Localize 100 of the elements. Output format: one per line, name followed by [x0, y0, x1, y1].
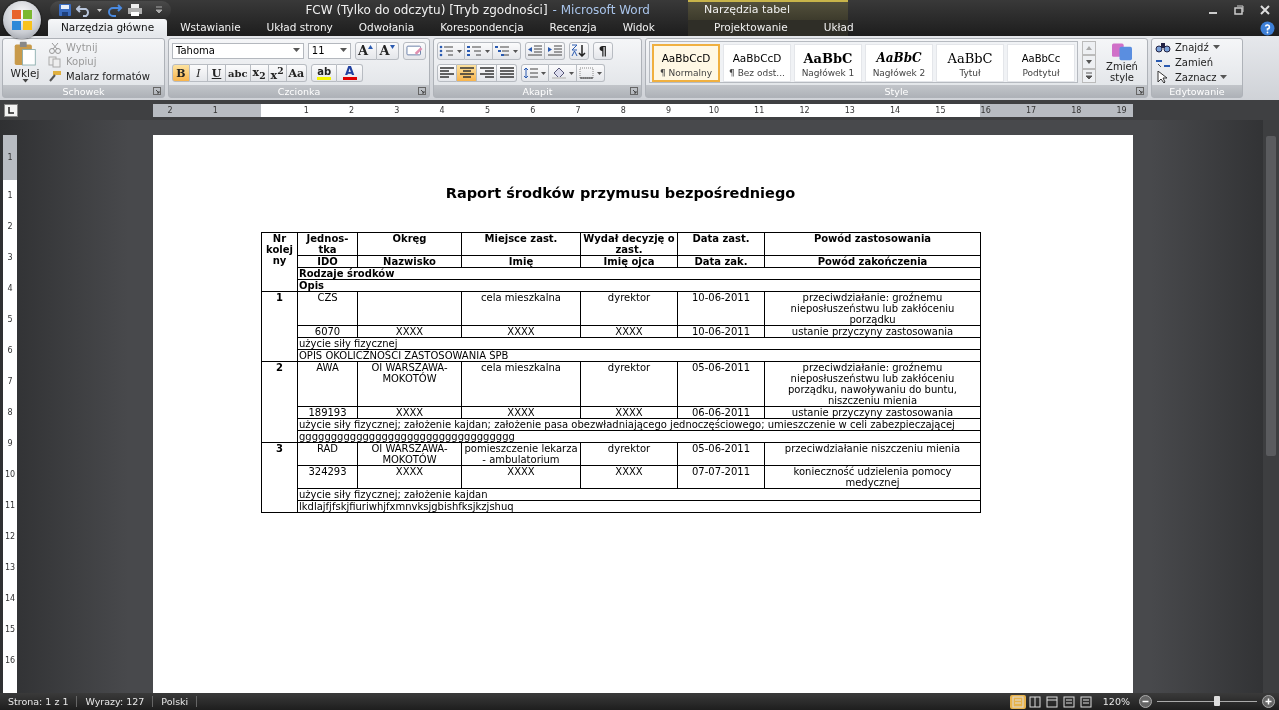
ruler-number: 11: [3, 500, 17, 512]
dialog-launcher-icon[interactable]: [418, 87, 426, 95]
shrink-font-button[interactable]: A: [376, 41, 399, 60]
undo-icon[interactable]: [76, 3, 92, 17]
align-right-button[interactable]: [477, 64, 497, 83]
zoom-level[interactable]: 120%: [1098, 696, 1134, 707]
show-formatting-button[interactable]: ¶: [593, 41, 613, 60]
find-button[interactable]: Znajdź: [1155, 41, 1239, 53]
zoom-out-icon[interactable]: [1139, 695, 1152, 708]
ribbon-tab[interactable]: Układ strony: [253, 19, 346, 36]
dialog-launcher-icon[interactable]: [153, 87, 161, 95]
dialog-launcher-icon[interactable]: [630, 87, 638, 95]
ribbon-tab[interactable]: Recenzja: [536, 19, 610, 36]
ruler-number: 2: [166, 104, 174, 117]
sort-icon: [571, 44, 587, 58]
ribbon-tab[interactable]: Układ: [805, 19, 872, 36]
shading-icon: [550, 67, 575, 80]
multilevel-button[interactable]: [493, 41, 521, 60]
table-cell: 10-06-2011: [677, 325, 765, 338]
ribbon-tab[interactable]: Widok: [609, 19, 668, 36]
ribbon-tab[interactable]: Odwołania: [345, 19, 428, 36]
draft-view-icon[interactable]: [1077, 694, 1094, 709]
numbering-button[interactable]: [465, 41, 493, 60]
restore-icon[interactable]: [1233, 4, 1245, 16]
line-spacing-button[interactable]: [521, 64, 549, 83]
font-name-field[interactable]: Tahoma: [172, 42, 304, 59]
table-cell: przeciwdziałanie niszczeniu mienia: [764, 442, 981, 466]
vertical-scrollbar[interactable]: [1263, 120, 1279, 693]
ribbon-tab[interactable]: Korespondencja: [427, 19, 537, 36]
case-button[interactable]: Aa: [286, 64, 308, 83]
sort-button[interactable]: [569, 41, 589, 60]
painter-button[interactable]: Malarz formatów: [48, 69, 150, 83]
outline-view-icon[interactable]: [1060, 694, 1077, 709]
table-cell: konieczność udzielenia pomocy medycznej: [764, 465, 981, 489]
shading-button[interactable]: [549, 64, 577, 83]
scroll-down-icon[interactable]: [1082, 55, 1096, 69]
tab-selector-icon[interactable]: [4, 103, 18, 117]
table-header-cell: Powód zakończenia: [764, 255, 981, 268]
table-header-cell: Opis: [297, 279, 981, 292]
web-view-icon[interactable]: [1043, 694, 1060, 709]
font-color-button[interactable]: A: [337, 64, 364, 83]
more-icon[interactable]: [1082, 69, 1096, 83]
table-cell: 6070: [297, 325, 358, 338]
ruler-number: 14: [889, 104, 902, 117]
align-left-button[interactable]: [437, 64, 457, 83]
word-count[interactable]: Wyrazy: 127: [77, 696, 154, 707]
style-option[interactable]: AaBbCc Podtytuł: [1007, 44, 1075, 82]
ruler-number: 6: [6, 345, 14, 357]
grow-font-button[interactable]: A: [354, 41, 377, 60]
print-icon[interactable]: [127, 3, 143, 17]
ruler-number: 15: [934, 104, 947, 117]
line-spacing-icon: [523, 67, 547, 80]
change-styles-button[interactable]: Zmień style: [1100, 41, 1144, 83]
save-icon[interactable]: [58, 3, 72, 17]
help-icon[interactable]: [1260, 20, 1275, 36]
align-center-button[interactable]: [457, 64, 477, 83]
select-button[interactable]: Zaznacz: [1155, 71, 1239, 83]
italic-button[interactable]: I: [190, 64, 208, 83]
table-cell: gggggggggggggggggggggggggggggggggg: [297, 430, 981, 443]
ruler-number: 16: [3, 655, 17, 667]
ribbon-tab[interactable]: Narzędzia główne: [48, 19, 168, 36]
justify-button[interactable]: [497, 64, 517, 83]
table-cell: XXXX: [580, 465, 678, 489]
zoom-slider-thumb[interactable]: [1214, 696, 1220, 706]
group-label: Schowek: [62, 85, 105, 97]
borders-button[interactable]: [577, 64, 605, 83]
table-cell: 06-06-2011: [677, 406, 765, 419]
replace-button[interactable]: Zamień: [1155, 56, 1239, 68]
table-cell: 324293: [297, 465, 358, 489]
zoom-in-icon[interactable]: [1262, 695, 1275, 708]
redo-icon[interactable]: [107, 3, 123, 17]
font-size-field[interactable]: 11: [307, 42, 351, 59]
style-option[interactable]: AaBbCcD ¶ Bez odst...: [723, 44, 791, 82]
underline-button[interactable]: U: [208, 64, 226, 83]
paste-button[interactable]: Wklej: [6, 41, 44, 83]
page-count[interactable]: Strona: 1 z 1: [0, 696, 78, 707]
table-cell: ustanie przyczyny zastosowania: [764, 325, 981, 338]
style-option[interactable]: AaBbCcD ¶ Normalny: [652, 44, 720, 82]
table-header-cell: Miejsce zast.: [461, 232, 581, 256]
table-cell: pomieszczenie lekarza - ambulatorium: [461, 442, 581, 466]
reading-view-icon[interactable]: [1026, 694, 1043, 709]
down-caret-icon: [389, 44, 395, 49]
ribbon-tab[interactable]: Wstawianie: [167, 19, 254, 36]
table-cell: użycie siły fizycznej: [297, 337, 981, 350]
dialog-launcher-icon[interactable]: [1136, 87, 1144, 95]
close-icon[interactable]: [1259, 4, 1271, 16]
caret-icon: [339, 48, 347, 54]
strike-button[interactable]: abc: [226, 64, 251, 83]
language[interactable]: Polski: [153, 696, 198, 707]
bullets-button[interactable]: [437, 41, 465, 60]
highlight-button[interactable]: ab: [311, 64, 338, 83]
print-view-icon[interactable]: [1009, 694, 1026, 709]
outdent-button[interactable]: [525, 41, 545, 60]
ruler-number: 10: [707, 104, 720, 117]
style-option[interactable]: AaBbC Nagłówek 2: [865, 44, 933, 82]
style-option[interactable]: AaBbC Tytuł: [936, 44, 1004, 82]
bold-button[interactable]: B: [172, 64, 190, 83]
ruler-number: 4: [6, 283, 14, 295]
ruler-number: 7: [6, 376, 14, 388]
style-option[interactable]: AaBbC Nagłówek 1: [794, 44, 862, 82]
